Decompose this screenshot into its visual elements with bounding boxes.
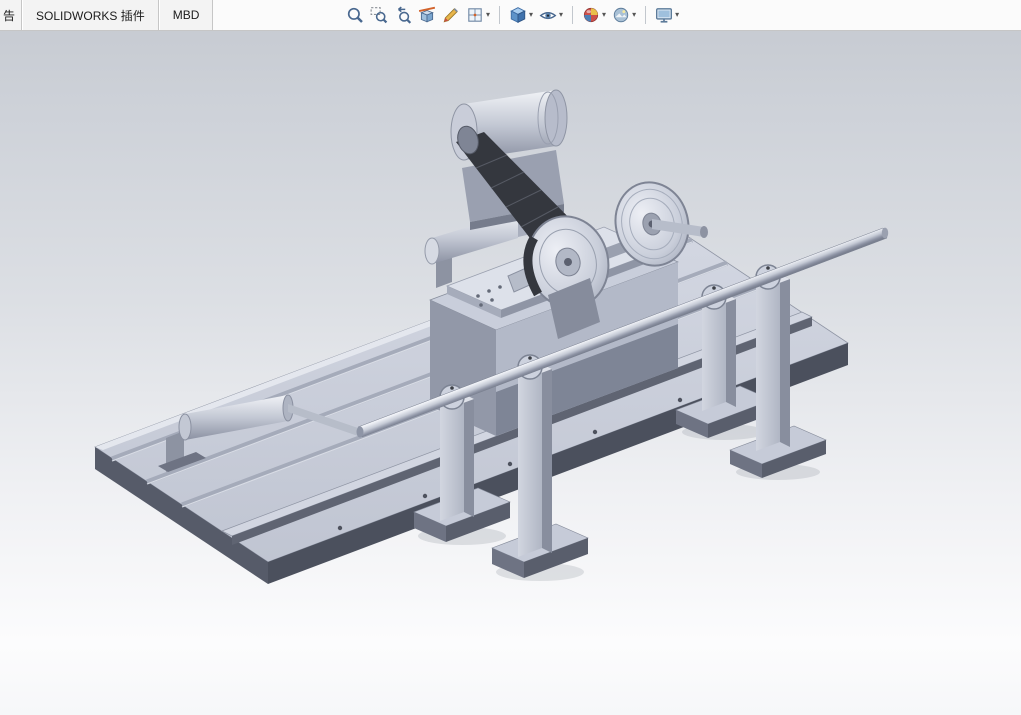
command-manager-tabs: 告 SOLIDWORKS 插件 MBD — [0, 0, 214, 30]
zoom-to-fit-icon — [347, 7, 363, 23]
section-view-button[interactable] — [416, 4, 438, 26]
toolbar-separator — [572, 6, 574, 24]
toolbar-separator — [499, 6, 501, 24]
zoom-to-area-button[interactable] — [368, 4, 390, 26]
dynamic-annotation-views-button[interactable] — [440, 4, 462, 26]
tab-mbd[interactable]: MBD — [158, 0, 214, 30]
top-strip: 告 SOLIDWORKS 插件 MBD ▾ ▾ ▾ ▾ ▾ ▾ — [0, 0, 1021, 31]
appearance-ball-icon — [583, 7, 599, 23]
display-style-button[interactable]: ▾ — [507, 4, 535, 26]
dropdown-arrow-icon[interactable]: ▾ — [602, 11, 606, 19]
zoom-to-fit-button[interactable] — [344, 4, 366, 26]
model-canvas[interactable] — [0, 0, 1021, 715]
previous-view-button[interactable] — [392, 4, 414, 26]
hide-show-items-button[interactable]: ▾ — [537, 4, 565, 26]
dropdown-arrow-icon[interactable]: ▾ — [675, 11, 679, 19]
application-window: 告 SOLIDWORKS 插件 MBD ▾ ▾ ▾ ▾ ▾ ▾ — [0, 0, 1021, 715]
view-orientation-button[interactable]: ▾ — [464, 4, 492, 26]
annotation-pencil-icon — [443, 8, 458, 23]
dropdown-arrow-icon[interactable]: ▾ — [486, 11, 490, 19]
view-settings-button[interactable]: ▾ — [653, 4, 681, 26]
dropdown-arrow-icon[interactable]: ▾ — [632, 11, 636, 19]
edit-appearance-button[interactable]: ▾ — [580, 4, 608, 26]
dropdown-arrow-icon[interactable]: ▾ — [529, 11, 533, 19]
heads-up-view-toolbar: ▾ ▾ ▾ ▾ ▾ ▾ — [344, 0, 681, 30]
scene-ball-icon — [613, 7, 629, 23]
eye-icon — [539, 12, 557, 20]
tab-partial[interactable]: 告 — [0, 0, 23, 30]
zoom-to-area-icon — [370, 7, 388, 24]
previous-view-icon — [398, 6, 412, 24]
shaft-coupling[interactable] — [700, 226, 708, 238]
view-orientation-icon — [468, 8, 482, 22]
dropdown-arrow-icon[interactable]: ▾ — [559, 11, 563, 19]
toolbar-separator — [645, 6, 647, 24]
tab-solidworks-addins[interactable]: SOLIDWORKS 插件 — [22, 0, 159, 30]
section-view-icon — [418, 6, 436, 23]
display-style-cube-icon — [510, 7, 526, 24]
monitor-icon — [656, 8, 673, 23]
apply-scene-button[interactable]: ▾ — [610, 4, 638, 26]
